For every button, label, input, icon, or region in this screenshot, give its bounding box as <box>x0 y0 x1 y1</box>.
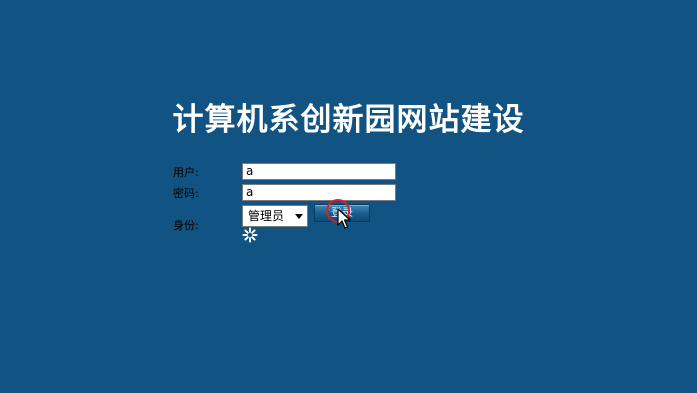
mouse-pointer-icon <box>337 208 351 234</box>
password-label: 密码: <box>173 187 199 200</box>
username-input[interactable]: a <box>242 163 396 180</box>
loading-spinner-icon <box>242 227 258 247</box>
chevron-down-icon[interactable] <box>295 214 303 219</box>
page-title: 计算机系创新园网站建设 <box>172 102 525 138</box>
password-input[interactable]: a <box>242 184 396 201</box>
user-label: 用户: <box>173 166 199 179</box>
role-select[interactable]: 管理员 <box>242 205 308 227</box>
role-selected-value: 管理员 <box>248 209 285 223</box>
role-label: 身份: <box>173 219 199 232</box>
